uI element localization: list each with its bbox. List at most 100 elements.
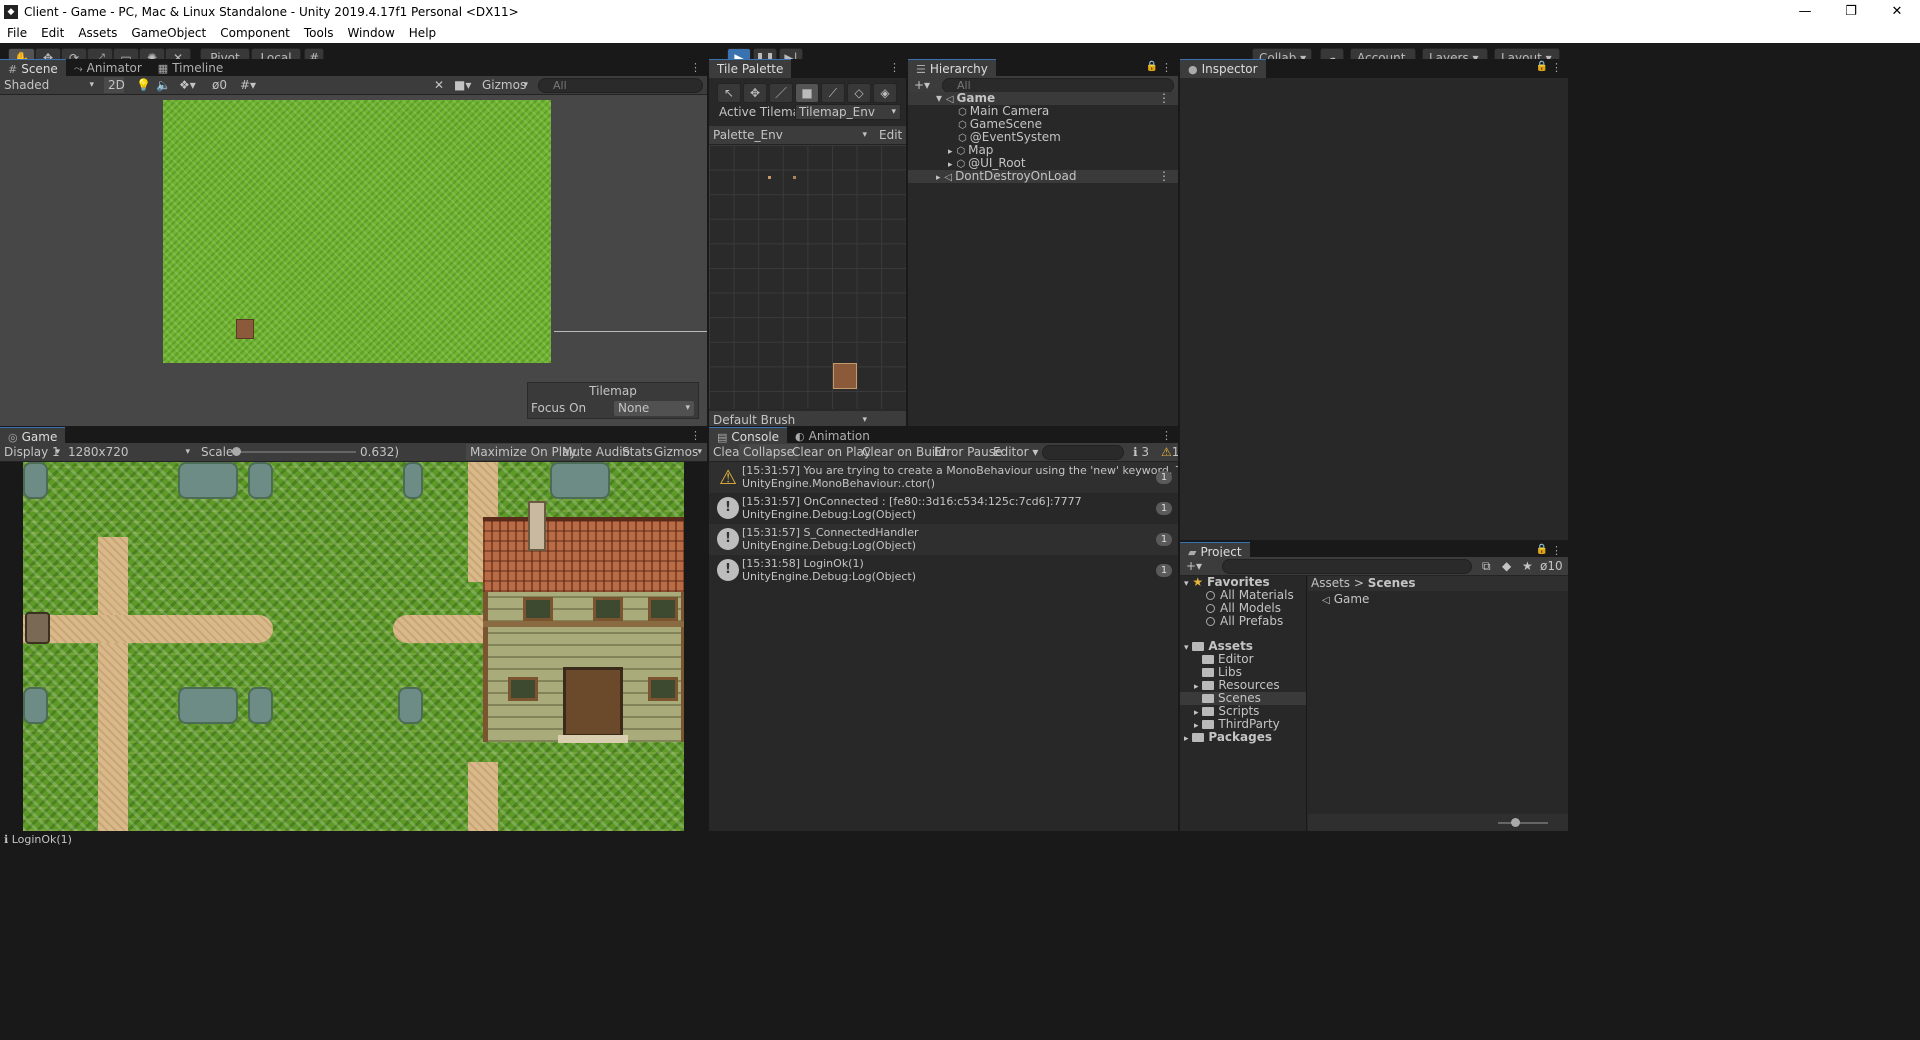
menu-component[interactable]: Component	[213, 26, 297, 40]
expand-arrow-icon[interactable]: ▸	[1194, 721, 1199, 731]
display-dropdown[interactable]: Display 1 ▾	[0, 444, 64, 460]
info-count: 3	[1141, 445, 1150, 459]
hierarchy-menu-icon[interactable]: ⋮	[1161, 61, 1172, 74]
packages-node[interactable]: ▸ Packages	[1184, 731, 1272, 745]
tab-tile-palette[interactable]: Tile Palette	[709, 59, 792, 78]
log-entry-info[interactable]: ! [15:31:57] OnConnected : [fe80::3d16:c…	[709, 493, 1178, 524]
menu-window[interactable]: Window	[340, 26, 401, 40]
project-menu-icon[interactable]: ⋮	[1551, 544, 1562, 557]
file-item[interactable]: ◁ Game	[1322, 593, 1369, 607]
game-menu-icon[interactable]: ⋮	[690, 429, 701, 442]
console-menu-icon[interactable]: ⋮	[1161, 429, 1172, 442]
project-add-button[interactable]: +▾	[1182, 558, 1206, 574]
expand-arrow-icon[interactable]: ▾	[1184, 643, 1189, 653]
palette-tile-dot[interactable]	[793, 176, 796, 179]
tab-inspector[interactable]: ● Inspector	[1180, 59, 1266, 78]
log-entry-warning[interactable]: ⚠ [15:31:57] You are trying to create a …	[709, 462, 1178, 493]
favorites-label: Favorites	[1206, 575, 1270, 589]
menu-assets[interactable]: Assets	[71, 26, 124, 40]
game-gizmos-dropdown[interactable]: Gizmos ▾	[650, 444, 706, 460]
brush-dropdown[interactable]: Default Brush ▾	[709, 412, 871, 426]
hierarchy-item-dontdestroyonload[interactable]: ▸ ◁ DontDestroyOnLoad ⋮	[908, 170, 1178, 183]
status-message[interactable]: LoginOk(1)	[12, 833, 72, 846]
breadcrumb-assets[interactable]: Assets	[1311, 576, 1350, 590]
warning-filter-toggle[interactable]: ⚠1	[1157, 444, 1178, 460]
expand-arrow-icon[interactable]: ▸	[1184, 734, 1189, 744]
tile-palette-menu-icon[interactable]: ⋮	[889, 61, 900, 74]
minimize-button[interactable]: —	[1782, 0, 1828, 23]
info-filter-toggle[interactable]: ℹ 3	[1129, 444, 1153, 460]
audio-icon[interactable]: 🔈	[152, 77, 175, 93]
lock-icon[interactable]: 🔒	[1536, 544, 1548, 555]
hierarchy-item-main-camera[interactable]: ⬡ Main Camera	[908, 105, 1178, 119]
scene-search-input[interactable]: All	[538, 78, 703, 93]
create-add-button[interactable]: +▾	[910, 77, 934, 93]
item-menu-icon[interactable]: ⋮	[1158, 170, 1170, 183]
menu-tools[interactable]: Tools	[297, 26, 341, 40]
hierarchy-item-eventsystem[interactable]: ⬡ @EventSystem	[908, 131, 1178, 145]
brush-tool-icon[interactable]: ／	[769, 83, 793, 103]
maximize-button[interactable]: ❐	[1828, 0, 1874, 23]
palette-grid[interactable]	[709, 145, 906, 409]
scene-menu-icon[interactable]: ⋮	[690, 61, 701, 74]
expand-arrow-icon[interactable]: ▸	[948, 160, 953, 170]
favorites-star-icon[interactable]: ★	[1518, 558, 1537, 574]
box-fill-tool-icon[interactable]: ■	[795, 83, 819, 103]
resolution-dropdown[interactable]: 1280x720 ▾	[64, 444, 194, 460]
lock-icon[interactable]: 🔒	[1536, 61, 1548, 72]
expand-arrow-icon[interactable]: ▸	[936, 173, 941, 183]
hidden-packages-toggle[interactable]: ø10	[1536, 558, 1567, 574]
inspector-menu-icon[interactable]: ⋮	[1551, 61, 1562, 74]
log-entry-info[interactable]: ! [15:31:58] LoginOk(1) UnityEngine.Debug…	[709, 555, 1178, 586]
grid-toggle-icon[interactable]: #▾	[236, 77, 260, 93]
project-search-input[interactable]	[1222, 559, 1472, 574]
camera-icon[interactable]: ■▾	[450, 77, 475, 93]
shading-dropdown[interactable]: Shaded ▾	[0, 77, 98, 93]
expand-arrow-icon[interactable]: ▾	[1184, 579, 1189, 589]
palette-house-tile[interactable]	[833, 363, 857, 389]
palette-edit-button[interactable]: Edit	[875, 127, 906, 143]
hidden-objects-toggle[interactable]: ø0	[208, 77, 231, 93]
eraser-tool-icon[interactable]: ◇	[847, 83, 871, 103]
select-tool-icon[interactable]: ↖	[717, 83, 741, 103]
folder-label: Resources	[1218, 678, 1280, 692]
menu-edit[interactable]: Edit	[34, 26, 71, 40]
search-by-label-icon[interactable]: ◆	[1498, 558, 1515, 574]
favorite-item[interactable]: All Prefabs	[1206, 615, 1283, 628]
close-button[interactable]: ✕	[1874, 0, 1920, 23]
picker-tool-icon[interactable]: ⟋	[821, 83, 845, 103]
expand-arrow-icon[interactable]: ▸	[1194, 682, 1199, 692]
scale-slider[interactable]	[236, 451, 356, 453]
tile-palette-panel: Tile Palette ⋮ ↖ ✥ ／ ■ ⟋ ◇ ◈ Active Tile…	[709, 59, 906, 426]
hierarchy-item-map[interactable]: ▸ ⬡ Map	[908, 144, 1178, 158]
breadcrumb-scenes[interactable]: Scenes	[1368, 576, 1416, 590]
star-icon: ★	[1192, 575, 1204, 589]
fill-tool-icon[interactable]: ◈	[873, 83, 897, 103]
scene-viewport[interactable]: Tilemap Focus On None ▾	[0, 97, 707, 426]
palette-dropdown[interactable]: Palette_Env ▾	[709, 127, 871, 143]
lock-icon[interactable]: 🔒	[1146, 61, 1158, 72]
menu-file[interactable]: File	[0, 26, 34, 40]
scale-slider-handle[interactable]	[232, 447, 241, 456]
menu-help[interactable]: Help	[402, 26, 443, 40]
tools-icon[interactable]: ✕	[430, 77, 448, 93]
log-entry-info[interactable]: ! [15:31:57] S_ConnectedHandler UnityEngi…	[709, 524, 1178, 555]
water-tile	[178, 462, 238, 499]
expand-arrow-icon[interactable]: ▸	[948, 147, 953, 157]
palette-tile-dot[interactable]	[768, 176, 771, 179]
focus-on-dropdown[interactable]: None ▾	[614, 401, 694, 416]
menu-gameobject[interactable]: GameObject	[124, 26, 213, 40]
mode-2d-toggle[interactable]: 2D	[104, 77, 125, 93]
icon-size-slider[interactable]	[1498, 822, 1548, 824]
palette-move-tool-icon[interactable]: ✥	[743, 83, 767, 103]
scene-gizmos-dropdown[interactable]: Gizmos ▾	[478, 77, 532, 93]
item-menu-icon[interactable]: ⋮	[1158, 92, 1170, 105]
icon-size-slider-handle[interactable]	[1511, 818, 1520, 827]
search-by-type-icon[interactable]: ⧉	[1478, 558, 1495, 574]
active-tilemap-dropdown[interactable]: Tilemap_Env ▾	[795, 104, 901, 120]
editor-dropdown[interactable]: Editor ▾	[989, 444, 1042, 460]
effects-icon[interactable]: ❖▾	[175, 77, 200, 93]
console-search-input[interactable]	[1042, 445, 1124, 460]
expand-arrow-icon[interactable]: ▸	[1194, 708, 1199, 718]
game-viewport[interactable]	[23, 462, 684, 831]
